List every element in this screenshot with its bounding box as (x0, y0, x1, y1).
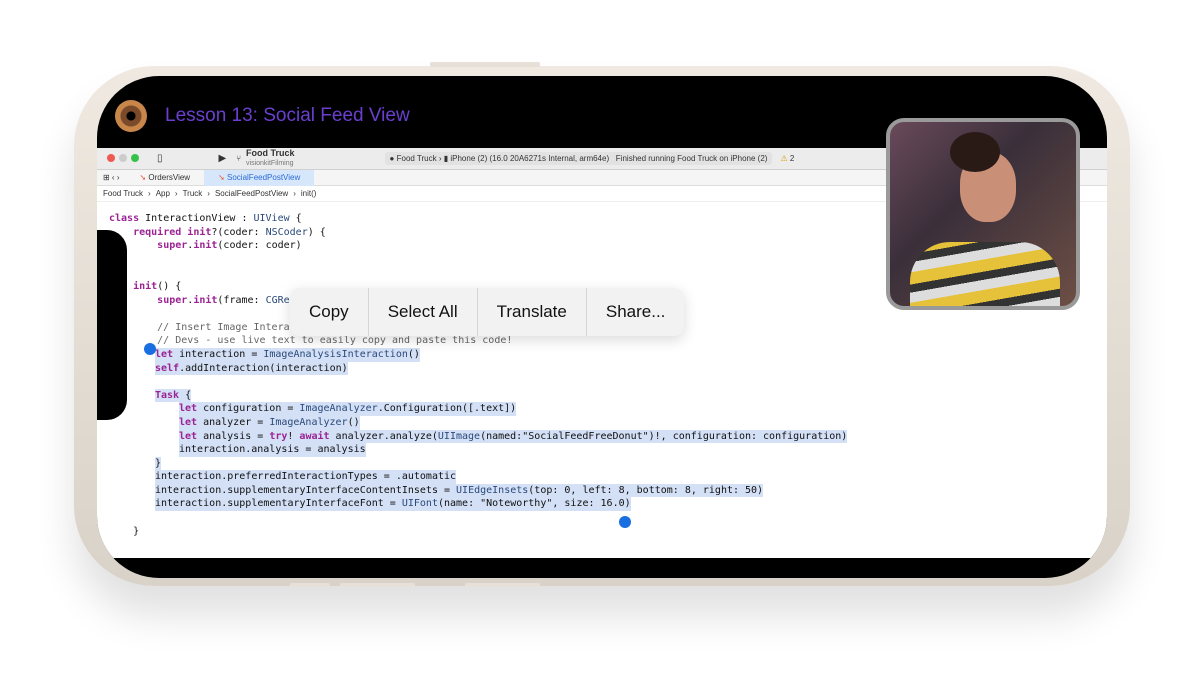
code-line[interactable]: interaction.preferredInteractionTypes = … (155, 470, 457, 484)
code-line[interactable]: let interaction = ImageAnalysisInteracti… (155, 347, 420, 362)
code-line[interactable]: interaction.analysis = analysis (179, 443, 366, 457)
code-line[interactable]: let analyzer = ImageAnalyzer() (179, 415, 360, 430)
phone-button (290, 583, 330, 587)
menu-translate[interactable]: Translate (478, 288, 587, 336)
run-button[interactable]: ▶ (219, 153, 227, 164)
project-info: Food Truck visionkitFilming (246, 148, 295, 168)
code-line[interactable]: } (155, 456, 162, 471)
code-line[interactable]: } (109, 525, 1107, 539)
breadcrumb-item[interactable]: Food Truck (103, 189, 143, 198)
sidebar-toggle-icon[interactable]: ▯ (157, 153, 163, 164)
code-line[interactable]: self.addInteraction(interaction) (155, 361, 348, 376)
donut-logo-icon (115, 100, 147, 132)
phone-button (340, 583, 415, 587)
selection-end-handle[interactable] (619, 516, 631, 528)
code-line[interactable]: // Devs - use live text to easily copy a… (109, 334, 1107, 348)
build-status: Finished running Food Truck on iPhone (2… (615, 154, 768, 163)
context-menu: Copy Select All Translate Share... (290, 288, 685, 336)
grid-icon[interactable]: ⊞ ‹ › (97, 173, 125, 182)
phone-button (465, 583, 540, 587)
warning-badge[interactable]: ⚠ 2 (780, 154, 794, 163)
code-line[interactable]: let analysis = try! await analyzer.analy… (179, 429, 848, 444)
breadcrumb-item[interactable]: init() (301, 189, 317, 198)
presenter-shirt (910, 242, 1060, 306)
tab-ordersview[interactable]: ➘ OrdersView (125, 170, 204, 186)
presenter-hair (950, 132, 1000, 172)
code-line[interactable]: interaction.supplementaryInterfaceConten… (155, 483, 764, 498)
branch-icon: ⑂ (236, 154, 242, 163)
lesson-title: Lesson 13: Social Feed View (165, 105, 410, 126)
code-line[interactable] (109, 511, 1107, 525)
tab-socialfeedpostview[interactable]: ➘ SocialFeedPostView (204, 169, 315, 186)
code-line[interactable]: Task { (155, 388, 192, 403)
scheme-selector[interactable]: ● Food Truck › ▮ iPhone (2) (16.0 20A627… (384, 152, 773, 165)
menu-share[interactable]: Share... (587, 288, 685, 336)
window-controls[interactable] (107, 153, 143, 164)
presenter-video (886, 118, 1080, 310)
phone-notch (97, 230, 127, 420)
code-line[interactable] (109, 375, 1107, 389)
selection-start-handle[interactable] (144, 343, 156, 355)
code-line[interactable]: interaction.supplementaryInterfaceFont =… (155, 497, 631, 512)
phone-button (430, 62, 540, 67)
lesson-header: Lesson 13: Social Feed View (115, 100, 410, 132)
breadcrumb-item[interactable]: Truck (183, 189, 203, 198)
menu-select-all[interactable]: Select All (369, 288, 478, 336)
menu-copy[interactable]: Copy (290, 288, 369, 336)
breadcrumb-item[interactable]: App (156, 189, 170, 198)
breadcrumb-item[interactable]: SocialFeedPostView (215, 189, 288, 198)
code-line[interactable]: let configuration = ImageAnalyzer.Config… (179, 402, 517, 416)
